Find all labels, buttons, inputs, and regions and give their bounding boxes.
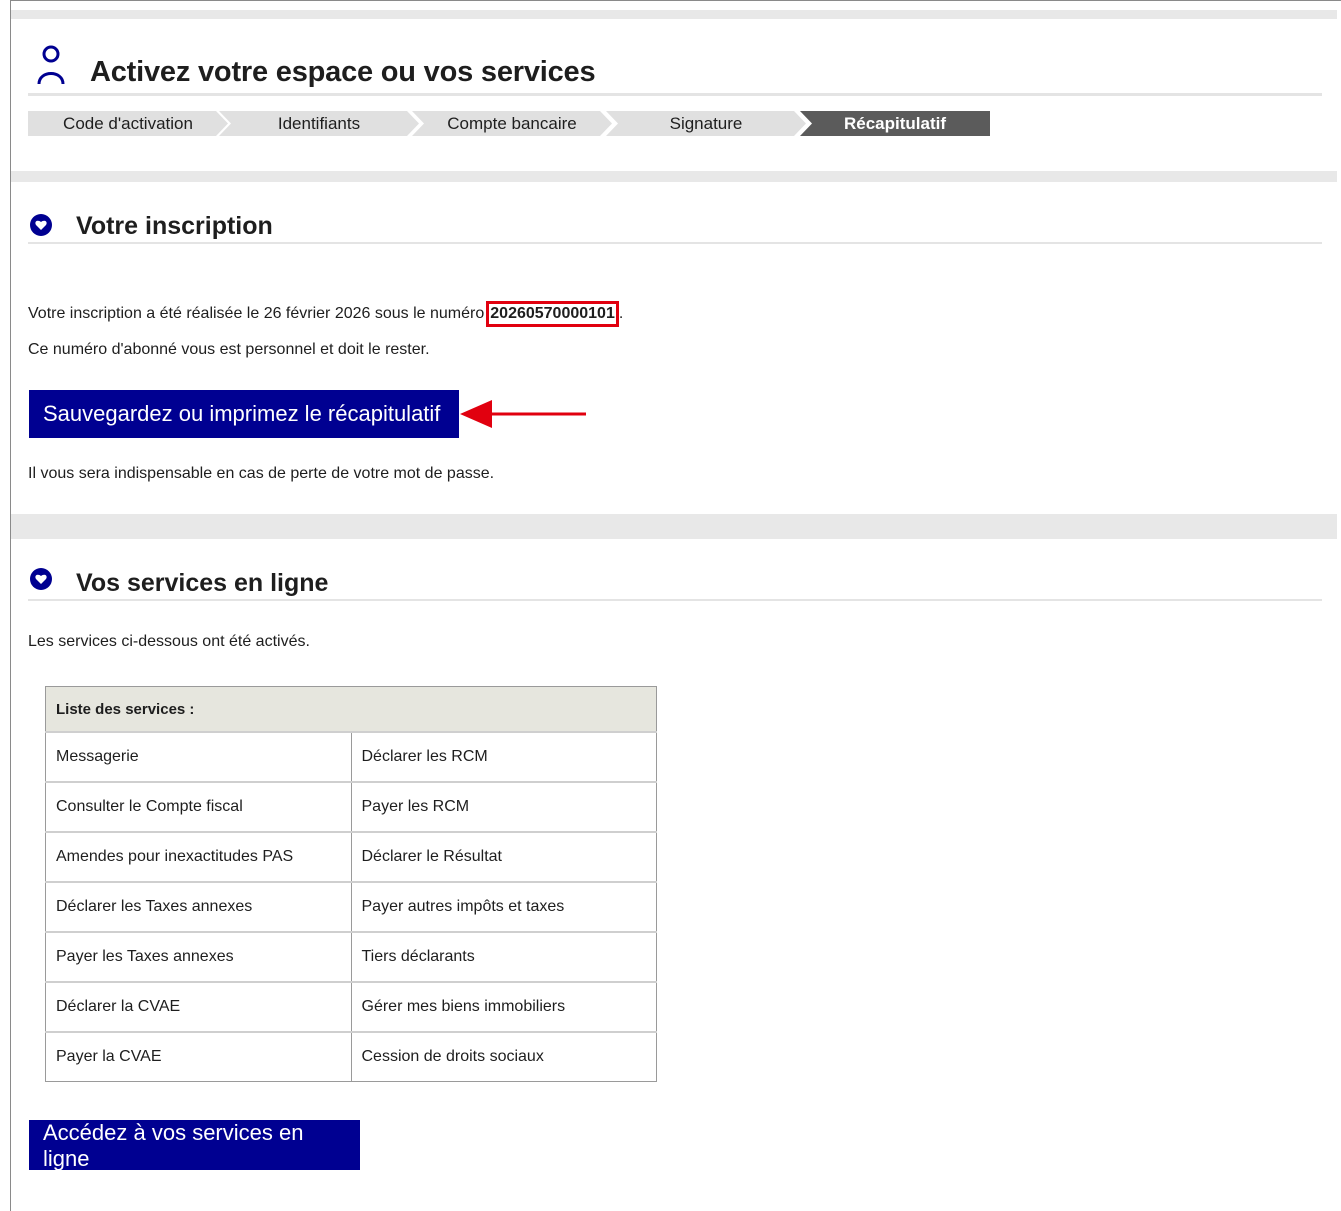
table-row: Payer les Taxes annexes Tiers déclarants: [45, 931, 657, 983]
step-signature: Signature: [606, 111, 806, 136]
service-cell: Déclarer les Taxes annexes: [45, 881, 352, 933]
service-cell: Amendes pour inexactitudes PAS: [45, 831, 352, 883]
step-identifiants: Identifiants: [219, 111, 419, 136]
service-cell: Payer la CVAE: [45, 1031, 352, 1082]
section-separator: [11, 171, 1337, 182]
heart-icon: [30, 568, 52, 590]
heart-icon: [30, 214, 52, 236]
progress-stepper: Code d'activation Identifiants Compte ba…: [28, 111, 990, 136]
personal-number-notice: Ce numéro d'abonné vous est personnel et…: [28, 341, 430, 358]
service-cell: Payer les Taxes annexes: [45, 931, 352, 983]
table-row: Payer la CVAE Cession de droits sociaux: [45, 1031, 657, 1082]
service-cell: Tiers déclarants: [350, 931, 657, 983]
sentence-end: .: [618, 305, 624, 322]
service-cell: Déclarer la CVAE: [45, 981, 352, 1033]
access-online-services-button[interactable]: Accédez à vos services en ligne: [29, 1120, 360, 1171]
services-divider: [28, 599, 1322, 601]
save-print-summary-button[interactable]: Sauvegardez ou imprimez le récapitulatif: [29, 390, 459, 438]
step-recapitulatif: Récapitulatif: [800, 111, 990, 136]
table-row: Déclarer les Taxes annexes Payer autres i…: [45, 881, 657, 933]
services-section-title: Vos services en ligne: [76, 569, 329, 597]
service-cell: Payer les RCM: [350, 781, 657, 833]
service-cell: Payer autres impôts et taxes: [350, 881, 657, 933]
service-cell: Déclarer les RCM: [350, 731, 657, 783]
title-divider: [28, 93, 1322, 96]
inscription-confirmation-text: Votre inscription a été réalisée le 26 f…: [28, 301, 623, 327]
user-icon: [37, 45, 65, 85]
inscription-section-title: Votre inscription: [76, 212, 273, 240]
page-title: Activez votre espace ou vos services: [90, 56, 596, 88]
services-intro-text: Les services ci-dessous ont été activés.: [28, 633, 310, 650]
step-code-activation: Code d'activation: [28, 111, 228, 136]
service-cell: Consulter le Compte fiscal: [45, 781, 352, 833]
inscription-divider: [28, 242, 1322, 244]
inscription-date-text: Votre inscription a été réalisée le 26 f…: [28, 305, 485, 322]
table-row: Déclarer la CVAE Gérer mes biens immobili…: [45, 981, 657, 1033]
password-loss-note: Il vous sera indispensable en cas de per…: [28, 465, 495, 482]
services-table-header: Liste des services :: [45, 686, 657, 733]
top-band: [11, 10, 1337, 19]
service-cell: Cession de droits sociaux: [350, 1031, 657, 1082]
table-row: Messagerie Déclarer les RCM: [45, 731, 657, 783]
red-arrow-annotation: [460, 400, 586, 428]
table-row: Amendes pour inexactitudes PAS Déclarer l…: [45, 831, 657, 883]
service-cell: Gérer mes biens immobiliers: [350, 981, 657, 1033]
table-row: Consulter le Compte fiscal Payer les RCM: [45, 781, 657, 833]
service-cell: Messagerie: [45, 731, 352, 783]
service-cell: Déclarer le Résultat: [350, 831, 657, 883]
subscriber-number: 20260570000101: [486, 301, 619, 327]
step-compte-bancaire: Compte bancaire: [412, 111, 612, 136]
section-separator: [11, 514, 1337, 539]
services-table: Liste des services : Messagerie Déclarer …: [45, 686, 657, 1082]
